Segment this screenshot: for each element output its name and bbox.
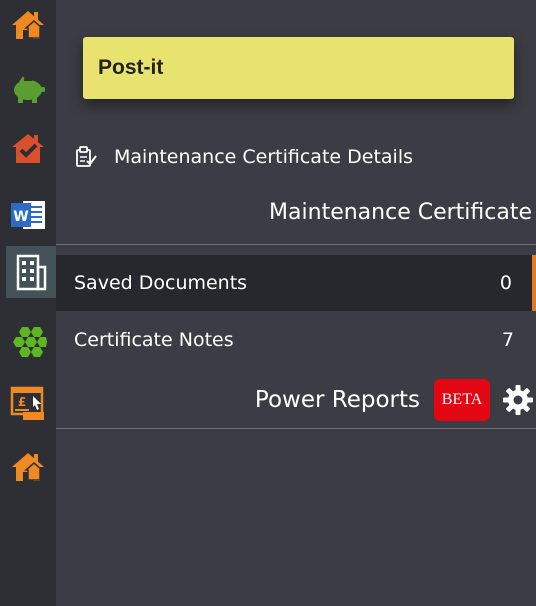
sidebar-item-building[interactable] [6, 246, 56, 298]
list-item-certificate-notes[interactable]: Certificate Notes 7 [56, 312, 536, 368]
sidebar-item-savings[interactable] [0, 64, 56, 114]
beta-badge: BETA [434, 379, 490, 421]
word-document-icon: W [11, 201, 45, 229]
divider [56, 244, 536, 245]
list-item-saved-documents[interactable]: Saved Documents 0 [56, 255, 536, 311]
power-reports-link[interactable]: Power Reports [255, 387, 420, 413]
row-label: Certificate Notes [74, 329, 234, 351]
home-check-icon [12, 134, 44, 163]
power-reports: Power Reports BETA [255, 378, 534, 422]
hexagons-icon [13, 327, 47, 357]
postit-label: Post-it [98, 56, 164, 79]
sidebar-item-hexagons[interactable] [0, 317, 56, 367]
home-icon [12, 11, 44, 39]
svg-text:£: £ [18, 395, 26, 409]
sidebar-item-word[interactable]: W [0, 190, 56, 240]
details-label: Maintenance Certificate Details [114, 146, 413, 168]
row-count: 0 [499, 272, 512, 294]
home-icon [12, 453, 44, 481]
section-title: Maintenance Certificate [269, 200, 532, 225]
invoice-icon: £ [10, 386, 44, 420]
settings-button[interactable] [502, 384, 534, 416]
sidebar-item-home-check[interactable] [0, 123, 56, 173]
postit-button[interactable]: Post-it [83, 37, 514, 99]
maintenance-certificate-details-link[interactable]: Maintenance Certificate Details [74, 143, 413, 171]
sidebar: W £ [0, 0, 56, 606]
sidebar-item-invoice[interactable]: £ [0, 378, 56, 428]
sidebar-item-home[interactable] [0, 0, 56, 50]
main-panel: Post-it Maintenance Certificate Details … [56, 0, 536, 606]
svg-text:W: W [13, 209, 28, 225]
piggy-bank-icon [14, 76, 45, 103]
divider [56, 428, 536, 429]
clipboard-check-icon [76, 146, 97, 167]
building-icon [16, 254, 47, 291]
row-count: 7 [501, 329, 514, 351]
row-label: Saved Documents [74, 272, 248, 294]
gear-icon [503, 385, 533, 415]
sidebar-item-home-2[interactable] [0, 442, 56, 492]
